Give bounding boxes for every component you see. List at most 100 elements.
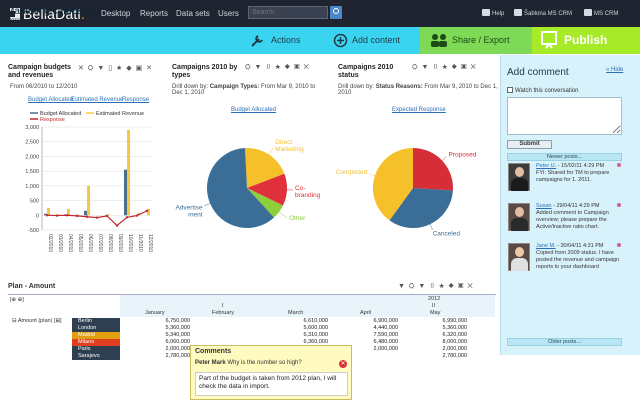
point-response xyxy=(145,209,149,213)
newer-posts-button[interactable]: Newer posts... xyxy=(507,153,622,161)
month-header: January xyxy=(145,310,165,316)
share-export-button[interactable]: Share / Export xyxy=(420,27,532,54)
x-tick-label: 06/2010 xyxy=(87,234,93,252)
table-cell: 8,000,000 xyxy=(442,339,467,345)
popup-question: Peter Mark Why is the number so high? xyxy=(195,360,302,366)
city-row-label[interactable]: Sarajevo xyxy=(72,353,120,360)
table-cell: 7,590,000 xyxy=(373,332,398,338)
widget1-toolbar[interactable]: ✕ ⛭ ▼ ▯ ★ ◆ ▣ ✕ xyxy=(78,64,153,73)
point-response xyxy=(45,214,49,217)
pie-label: Marketing xyxy=(275,146,304,153)
template-link[interactable]: Šablona MS CRM xyxy=(514,9,572,17)
delete-comment-icon[interactable] xyxy=(617,203,621,207)
delete-comment-icon[interactable] xyxy=(617,163,621,167)
table-cell: 6,310,000 xyxy=(303,332,328,338)
table-cell: 6,900,000 xyxy=(373,318,398,324)
y-tick-label: 2,000 xyxy=(25,154,39,160)
plan-table-toolbar[interactable]: ▼ ⛭ ▼ ▯ ★ ◆ ▣ ✕ xyxy=(398,283,474,291)
nav-reports[interactable]: Reports xyxy=(140,9,168,18)
pie-label: Advertise xyxy=(175,205,202,212)
year-header: 2012 xyxy=(428,296,441,302)
help-icon xyxy=(482,9,490,16)
submit-button[interactable]: Submit xyxy=(507,140,552,149)
close-icon[interactable]: ✕ xyxy=(339,360,347,368)
table-cell: 6,750,000 xyxy=(165,318,190,324)
widget1-link-estimated[interactable]: Estimated Revenue xyxy=(71,97,123,103)
x-tick-label: 04/2010 xyxy=(67,234,73,252)
actions-button[interactable]: Actions xyxy=(247,27,325,54)
older-posts-button[interactable]: Older posts... xyxy=(507,338,622,346)
template-icon xyxy=(514,9,522,16)
delete-comment-icon[interactable] xyxy=(617,243,621,247)
page-title: Marketing campaigns xyxy=(6,6,102,17)
point-response xyxy=(105,214,109,218)
legend-label: Estimated Revenue xyxy=(96,111,144,117)
more-link[interactable]: More... xyxy=(6,18,25,24)
wrench-icon xyxy=(251,35,263,47)
comment-item: Peter U. - 15/02/11 4:29 PM FYI: Shared f… xyxy=(536,163,610,183)
x-tick-label: 12/2010 xyxy=(147,234,153,252)
watch-conversation[interactable]: Watch this conversation xyxy=(507,87,578,94)
widget2-title: Campaigns 2010 by types xyxy=(172,64,238,79)
pie-label: branding xyxy=(295,192,321,199)
table-cell: 5,600,000 xyxy=(303,325,328,331)
widget3-toolbar[interactable]: ⛭ ▼ ▯ ★ ◆ ▣ ✕ xyxy=(412,64,477,72)
pie-label: Other xyxy=(289,215,306,222)
x-tick-label: 05/2010 xyxy=(77,234,83,252)
point-response xyxy=(75,214,79,218)
x-tick-label: 11/2010 xyxy=(137,234,143,252)
table-corner: [⊕ ⊕] xyxy=(10,297,24,303)
city-row-label[interactable]: Milano xyxy=(72,339,120,346)
city-row-label[interactable]: Paris xyxy=(72,346,120,353)
widget2-drill: Drill down by: Campaign Types: From Mar … xyxy=(172,84,316,96)
comment-textarea[interactable] xyxy=(507,97,622,135)
pie-leader xyxy=(277,210,288,219)
table-cell: 6,480,000 xyxy=(373,339,398,345)
widget3-drill: Drill down by: Status Reasons: From Mar … xyxy=(338,84,498,96)
point-response xyxy=(55,214,59,217)
hide-panel-link[interactable]: « Hide xyxy=(606,67,623,73)
table-cell: 5,360,000 xyxy=(165,325,190,331)
pie-label: Completed xyxy=(336,169,368,176)
widget2-toolbar[interactable]: ⛭ ▼ ▯ ★ ◆ ▣ ✕ xyxy=(245,64,310,72)
city-row-label[interactable]: Madrid xyxy=(72,332,120,339)
pie-leader xyxy=(440,156,447,163)
point-response xyxy=(115,224,119,227)
nav-desktop[interactable]: Desktop xyxy=(101,9,130,18)
city-row-label[interactable]: London xyxy=(72,325,120,332)
widget1-range: From 06/2010 to 12/2010 xyxy=(10,84,78,90)
table-cell: 6,060,000 xyxy=(165,339,190,345)
row-header: ⊟ Amount (plan) [⊞] xyxy=(12,318,62,324)
comment-item: Jane M. - 30/04/11 4:31 PM Copied from 20… xyxy=(536,243,620,270)
bar-estimated xyxy=(127,129,130,216)
pie-slice xyxy=(413,148,453,191)
widget1-link-budget[interactable]: Budget Allocated xyxy=(28,97,73,103)
plan-table-title: Plan - Amount xyxy=(8,283,56,290)
nav-data-sets[interactable]: Data sets xyxy=(176,9,210,18)
widget1-link-response[interactable]: Response xyxy=(122,97,149,103)
nav-users[interactable]: Users xyxy=(218,9,239,18)
city-row-label[interactable]: Berlin xyxy=(72,318,120,325)
x-tick-label: 03/2010 xyxy=(57,234,63,252)
month-header: May xyxy=(430,310,441,316)
avatar xyxy=(508,203,530,231)
quarter-header: I xyxy=(222,303,224,309)
widget2-link[interactable]: Budget Allocated xyxy=(231,107,276,113)
pie-label: ment xyxy=(188,212,203,219)
user-menu[interactable]: MS CRM xyxy=(584,9,618,17)
table-cell: 5,340,000 xyxy=(165,332,190,338)
search-icon[interactable] xyxy=(330,6,342,19)
y-tick-label: 0 xyxy=(36,213,39,219)
search-input[interactable] xyxy=(248,6,328,19)
watch-checkbox[interactable] xyxy=(507,87,513,93)
widget3-link[interactable]: Expected Response xyxy=(392,107,446,113)
publish-button[interactable]: Publish xyxy=(532,27,640,54)
help-link[interactable]: Help xyxy=(482,9,504,17)
pie-label: Canceled xyxy=(433,231,461,238)
table-cell: 5,360,000 xyxy=(442,325,467,331)
x-tick-label: 10/2010 xyxy=(127,234,133,252)
people-icon xyxy=(431,34,447,47)
avatar xyxy=(508,243,530,271)
add-content-button[interactable]: Add content xyxy=(330,27,420,54)
point-response xyxy=(125,216,129,219)
